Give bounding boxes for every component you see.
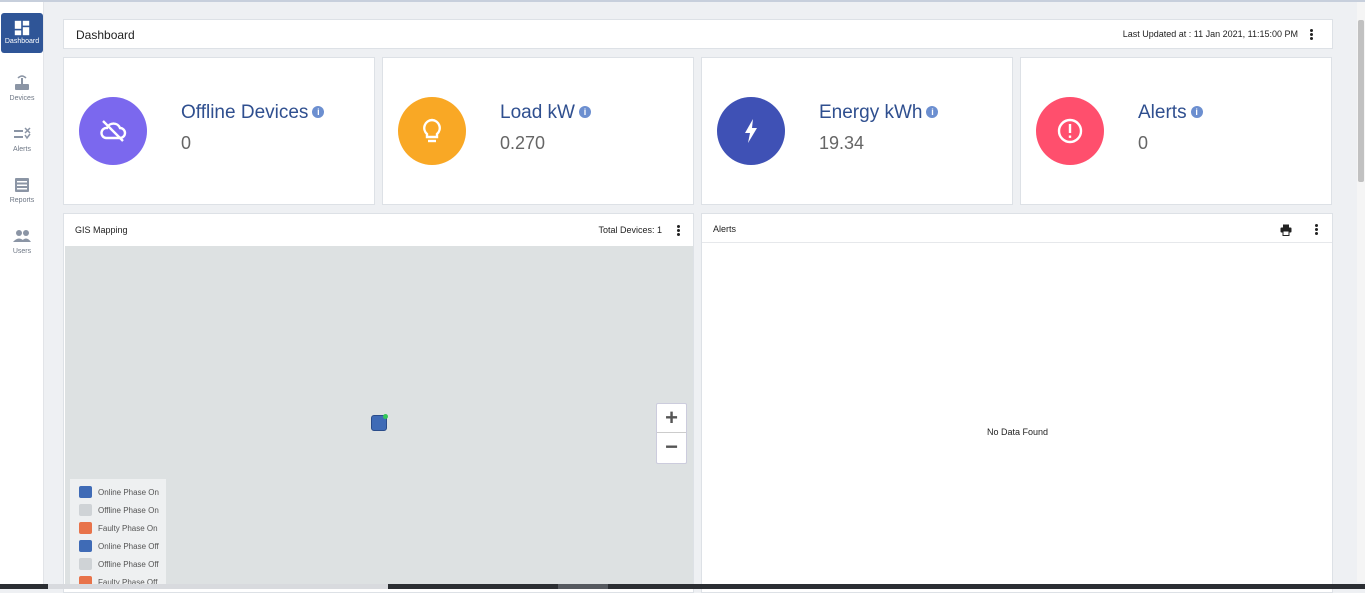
gis-mapping-panel: GIS Mapping Total Devices: 1 + − Online … [63,213,694,593]
reports-icon [15,178,29,192]
zoom-control: + − [656,403,687,464]
sidebar-item-alerts[interactable]: Alerts [0,119,44,163]
card-value: 0 [181,133,192,153]
alerts-panel: Alerts No Data Found [701,213,1333,593]
legend-item: Online Phase Off [70,538,166,556]
cloud-off-icon [79,97,147,165]
legend-item: Offline Phase Off [70,556,166,574]
lightning-bolt-icon [717,97,785,165]
info-icon[interactable]: i [578,106,591,118]
total-devices-text: Total Devices: 1 [598,225,662,235]
alerts-icon [14,127,31,140]
sidebar-item-reports[interactable]: Reports [0,170,44,214]
device-marker-icon[interactable] [371,414,388,431]
sidebar-item-label: Users [12,248,32,255]
lightbulb-icon [398,97,466,165]
card-value: 19.34 [819,133,865,153]
card-title: Energy kWh [819,102,923,123]
panel-title: GIS Mapping [75,225,128,235]
sidebar-item-label: Alerts [13,146,31,153]
zoom-out-button[interactable]: − [657,433,686,462]
alert-circle-icon [1036,97,1104,165]
online-phase-off-icon [79,540,92,552]
dashboard-icon [14,20,30,36]
info-icon[interactable]: i [926,106,939,118]
sidebar-item-label: Dashboard [4,38,40,45]
gis-more-menu-icon[interactable] [673,224,683,238]
page-scrollbar[interactable] [1357,2,1365,582]
print-icon[interactable] [1280,224,1292,236]
alerts-card[interactable]: Alerts i 0 [1020,57,1332,205]
online-phase-on-icon [79,486,92,498]
router-icon [15,75,29,90]
scrollbar-thumb[interactable] [1358,20,1364,182]
energy-kwh-card[interactable]: Energy kWh i 19.34 [701,57,1013,205]
sidebar-item-devices[interactable]: Devices [0,68,44,112]
bottom-bar [0,584,1365,589]
empty-state-text: No Data Found [986,427,1049,437]
divider [702,242,1332,243]
faulty-phase-on-icon [79,522,92,534]
users-icon [13,230,31,242]
alerts-more-menu-icon[interactable] [1311,223,1321,237]
card-value: 0.270 [500,133,546,153]
info-icon[interactable]: i [1190,106,1203,118]
map[interactable]: + − Online Phase On Offline Phase On Fau… [65,246,693,586]
last-updated-text: Last Updated at : 11 Jan 2021, 11:15:00 … [1122,29,1298,39]
card-title: Load kW [500,102,575,123]
header-more-menu-icon[interactable] [1306,28,1316,42]
page-title: Dashboard [76,28,135,42]
sidebar-item-dashboard[interactable]: Dashboard [1,13,43,53]
sidebar-item-label: Devices [9,95,35,102]
offline-devices-card[interactable]: Offline Devices i 0 [63,57,375,205]
card-title: Alerts [1138,102,1187,123]
legend-item: Faulty Phase On [70,520,166,538]
map-legend: Online Phase On Offline Phase On Faulty … [70,479,166,586]
sidebar: Dashboard Devices Alerts Reports Users [0,2,44,589]
top-border [0,0,1365,2]
legend-item: Online Phase On [70,484,166,502]
offline-phase-off-icon [79,558,92,570]
offline-phase-on-icon [79,504,92,516]
card-value: 0 [1138,133,1149,153]
legend-item: Offline Phase On [70,502,166,520]
zoom-in-button[interactable]: + [657,404,686,433]
sidebar-item-label: Reports [9,197,35,204]
card-title: Offline Devices [181,102,309,123]
panel-title: Alerts [713,224,737,234]
sidebar-item-users[interactable]: Users [0,221,44,265]
load-kw-card[interactable]: Load kW i 0.270 [382,57,694,205]
dashboard-header: Dashboard Last Updated at : 11 Jan 2021,… [63,19,1333,49]
info-icon[interactable]: i [312,106,325,118]
